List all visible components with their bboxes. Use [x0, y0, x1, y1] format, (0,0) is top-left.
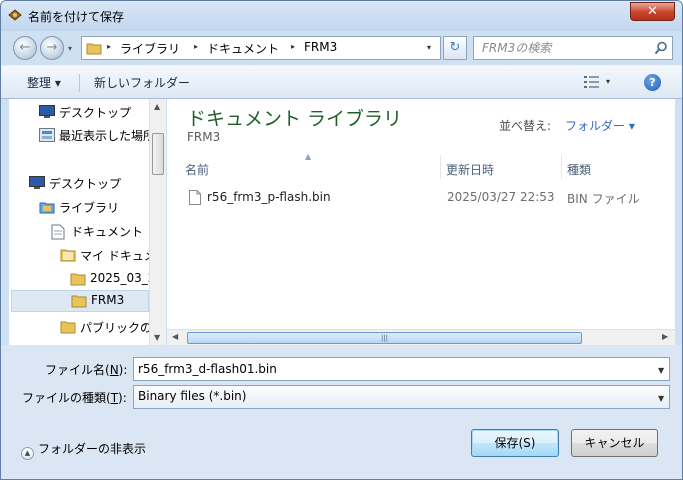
scrollbar-thumb[interactable]: ||| — [187, 332, 582, 344]
file-type: BIN ファイル — [567, 192, 640, 206]
hide-folders-label: フォルダーの非表示 — [38, 442, 147, 456]
column-header-date[interactable]: 更新日時 — [446, 161, 494, 185]
save-as-dialog: 名前を付けて保存 ✕ ← → ▾ ▸ ライブラリ ▸ ドキュメント ▸ FRM3… — [0, 0, 683, 480]
breadcrumb-arrow[interactable]: ▸ — [194, 42, 198, 51]
folder-icon — [70, 273, 86, 286]
title-bar[interactable]: 名前を付けて保存 ✕ — [1, 1, 682, 31]
navigation-scrollbar[interactable]: ▲ ▼ — [149, 99, 166, 345]
file-date: 2025/03/27 22:53 — [447, 190, 555, 204]
arrange-by-dropdown[interactable]: フォルダー ▾ — [565, 117, 635, 134]
breadcrumb-arrow[interactable]: ▸ — [107, 42, 111, 51]
search-input[interactable] — [482, 40, 647, 56]
folder-icon — [86, 43, 102, 55]
folder-icon — [71, 295, 87, 308]
filename-combobox[interactable]: ▼ — [133, 357, 670, 381]
window-title: 名前を付けて保存 — [28, 10, 125, 24]
file-list-pane: ドキュメント ライブラリ FRM3 並べ替え: フォルダー ▾ ▲ 名前 更新日… — [167, 99, 675, 345]
column-header-type[interactable]: 種類 — [567, 161, 591, 185]
sidebar-item-desktop[interactable]: デスクトップ — [29, 172, 149, 194]
file-icon — [189, 190, 201, 205]
save-button[interactable]: 保存(S) — [471, 429, 559, 457]
sidebar-item-public[interactable]: パブリックの — [60, 316, 149, 338]
breadcrumb-libraries[interactable]: ライブラリ — [120, 40, 180, 57]
new-folder-button[interactable]: 新しいフォルダー — [94, 74, 190, 91]
desktop-icon — [39, 105, 55, 118]
library-title: ドキュメント ライブラリ — [187, 108, 403, 130]
scroll-down-icon[interactable]: ▼ — [154, 333, 160, 342]
organize-button[interactable]: 整理 ▾ — [27, 74, 61, 91]
filetype-dropdown-icon[interactable]: ▼ — [658, 394, 664, 403]
recent-places-icon — [39, 128, 55, 142]
filename-label: ファイル名(N): — [45, 363, 128, 377]
sidebar-item-label: ドキュメント — [71, 225, 144, 239]
filetype-value: Binary files (*.bin) — [138, 389, 247, 403]
help-icon[interactable]: ? — [644, 74, 661, 91]
app-icon — [8, 9, 22, 21]
scroll-left-icon[interactable]: ◀ — [172, 332, 178, 341]
folder-icon — [60, 249, 76, 262]
recent-pages-dropdown[interactable]: ▾ — [68, 44, 72, 53]
sidebar-item-label: マイ ドキュメント — [80, 249, 149, 263]
filename-dropdown-icon[interactable]: ▼ — [658, 366, 664, 375]
scrollbar-thumb[interactable] — [152, 133, 164, 175]
forward-button[interactable]: → — [40, 36, 64, 60]
sidebar-item-desktop-favorite[interactable]: デスクトップ — [39, 101, 149, 123]
horizontal-scrollbar[interactable]: ◀ ||| ▶ — [167, 329, 675, 345]
documents-icon — [51, 224, 65, 240]
sidebar-item-label: 最近表示した場所 — [59, 129, 149, 143]
toolbar-divider — [79, 74, 80, 92]
file-name: r56_frm3_p-flash.bin — [207, 190, 331, 204]
library-subtitle: FRM3 — [187, 130, 221, 144]
sidebar-item-label: デスクトップ — [59, 106, 132, 120]
sidebar-item-2025-03-27[interactable]: 2025_03_27 — [70, 268, 149, 290]
file-row[interactable]: r56_frm3_p-flash.bin 2025/03/27 22:53 BI… — [185, 187, 665, 209]
search-icon[interactable] — [654, 41, 668, 55]
sidebar-item-label: ライブラリ — [59, 201, 120, 215]
arrange-by-label: 並べ替え: — [499, 119, 552, 133]
cancel-button[interactable]: キャンセル — [571, 429, 658, 457]
close-button[interactable]: ✕ — [630, 2, 675, 21]
view-options-icon[interactable] — [584, 76, 600, 88]
library-icon — [39, 202, 55, 214]
hide-folders-toggle[interactable]: ▲ フォルダーの非表示 — [21, 440, 146, 460]
folder-icon — [60, 321, 76, 334]
sidebar-item-label: デスクトップ — [49, 177, 122, 191]
save-form: ファイル名(N): ▼ ファイルの種類(T): Binary files (*.… — [1, 345, 682, 479]
sidebar-item-my-documents[interactable]: マイ ドキュメント — [60, 244, 149, 266]
filetype-select[interactable]: Binary files (*.bin) ▼ — [133, 385, 670, 409]
sidebar-item-label: FRM3 — [91, 293, 125, 307]
sidebar-item-frm3[interactable]: FRM3 — [11, 290, 149, 312]
address-bar[interactable]: ▸ ライブラリ ▸ ドキュメント ▸ FRM3 ▾ — [81, 36, 441, 60]
command-bar: 整理 ▾ 新しいフォルダー ▾ ? — [1, 65, 682, 99]
search-box[interactable] — [473, 36, 673, 60]
breadcrumb-documents[interactable]: ドキュメント — [207, 40, 279, 57]
scroll-up-icon[interactable]: ▲ — [154, 102, 160, 111]
sort-ascending-icon: ▲ — [305, 152, 312, 161]
back-button[interactable]: ← — [13, 36, 37, 60]
navigation-pane: デスクトップ 最近表示した場所 デスクトップ ライブラリ ドキュメント マイ ド… — [9, 99, 149, 345]
refresh-button[interactable]: ↻ — [443, 36, 467, 60]
sidebar-item-recent-places[interactable]: 最近表示した場所 — [39, 124, 149, 146]
breadcrumb-arrow[interactable]: ▸ — [291, 42, 295, 51]
sidebar-item-label: 2025_03_27 — [90, 271, 149, 285]
column-divider[interactable] — [440, 155, 441, 179]
desktop-icon — [29, 176, 45, 189]
breadcrumb-frm3[interactable]: FRM3 — [304, 40, 337, 54]
scroll-right-icon[interactable]: ▶ — [662, 332, 668, 341]
sidebar-item-documents[interactable]: ドキュメント — [51, 220, 149, 242]
view-options-dropdown[interactable]: ▾ — [606, 77, 610, 86]
filetype-label: ファイルの種類(T): — [22, 391, 127, 405]
sidebar-item-label: パブリックの — [80, 321, 149, 335]
address-history-dropdown[interactable]: ▾ — [427, 43, 431, 52]
filename-input[interactable] — [138, 361, 643, 377]
sidebar-item-libraries[interactable]: ライブラリ — [39, 196, 149, 218]
collapse-arrow-icon: ▲ — [21, 447, 34, 460]
column-divider[interactable] — [561, 155, 562, 179]
column-header-name[interactable]: 名前 — [185, 161, 209, 185]
